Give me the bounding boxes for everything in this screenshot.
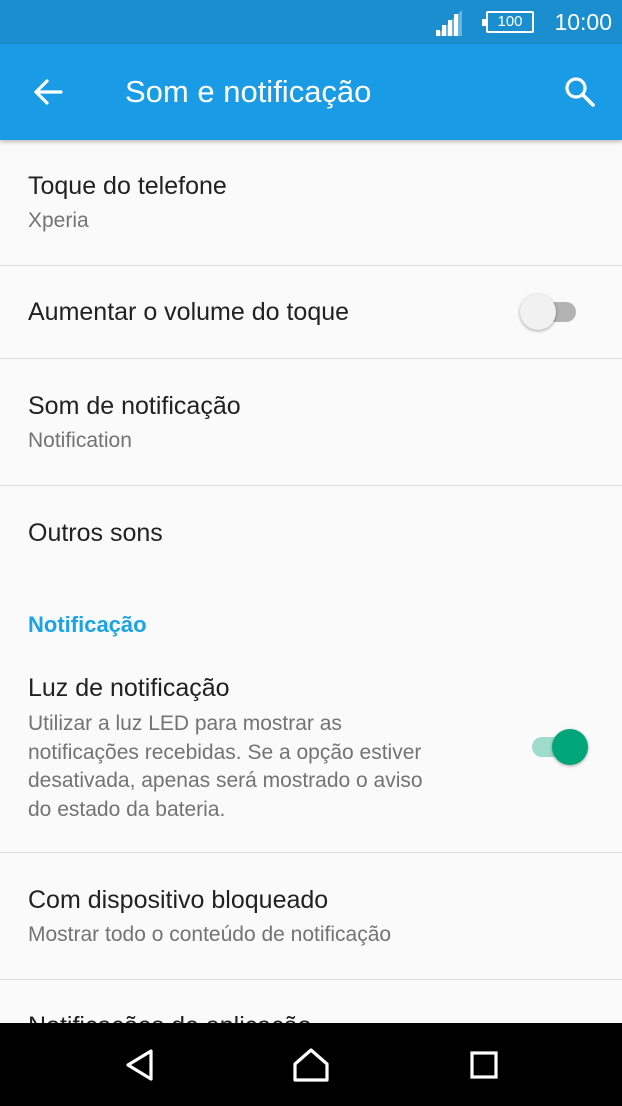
arrow-left-icon <box>34 79 63 105</box>
setting-notification-light[interactable]: Luz de notificação Utilizar a luz LED pa… <box>0 660 622 852</box>
switch-thumb <box>520 294 556 330</box>
setting-summary-line: Utilizar a luz LED para mostrar as <box>28 712 342 735</box>
setting-title: Com dispositivo bloqueado <box>28 886 329 914</box>
increasing-ring-switch[interactable] <box>520 292 580 332</box>
setting-title: Som de notificação <box>28 392 241 420</box>
setting-summary-line: notificações recebidas. Se a opção estiv… <box>28 740 422 764</box>
back-button[interactable] <box>20 68 76 116</box>
nav-home-button[interactable] <box>281 1040 341 1090</box>
settings-list[interactable]: Toque do telefone Xperia Aumentar o volu… <box>0 140 622 1023</box>
status-bar: 100 10:00 <box>0 0 622 44</box>
battery-level: 100 <box>497 13 523 30</box>
signal-icon <box>436 10 462 36</box>
setting-title: Outros sons <box>28 519 163 547</box>
setting-title: Aumentar o volume do toque <box>28 298 350 326</box>
battery-icon: 100 <box>482 11 534 33</box>
setting-summary: Xperia <box>28 209 89 232</box>
square-recents-icon <box>470 1051 498 1079</box>
section-header-notification: Notificação <box>28 612 147 637</box>
notification-light-switch[interactable] <box>528 727 588 767</box>
nav-back-button[interactable] <box>110 1040 170 1090</box>
setting-summary: Notification <box>28 429 132 452</box>
setting-other-sounds[interactable]: Outros sons <box>0 486 622 582</box>
triangle-back-icon <box>126 1049 153 1081</box>
setting-summary-line: do estado da bateria. <box>28 797 226 821</box>
setting-summary: Mostrar todo o conteúdo de notificação <box>28 923 392 946</box>
setting-title: Luz de notificação <box>28 674 230 702</box>
home-icon <box>293 1048 329 1082</box>
setting-increasing-ring[interactable]: Aumentar o volume do toque <box>0 266 622 358</box>
setting-title: Toque do telefone <box>28 172 227 200</box>
search-icon <box>565 77 595 107</box>
setting-ringtone[interactable]: Toque do telefone Xperia <box>0 140 622 265</box>
setting-notification-sound[interactable]: Som de notificação Notification <box>0 359 622 485</box>
navigation-bar <box>0 1023 622 1106</box>
switch-thumb <box>552 729 588 765</box>
setting-app-notifications[interactable]: Notificações de aplicação <box>0 980 622 1023</box>
setting-title: Notificações de aplicação <box>28 1010 312 1023</box>
setting-lock-screen[interactable]: Com dispositivo bloqueado Mostrar todo o… <box>0 853 622 979</box>
status-time: 10:00 <box>554 9 612 35</box>
nav-recents-button[interactable] <box>454 1040 514 1090</box>
app-bar: Som e notificação <box>0 44 622 140</box>
page-title: Som e notificação <box>125 74 372 109</box>
setting-summary-line: desativada, apenas será mostrado o aviso <box>28 769 423 792</box>
search-button[interactable] <box>552 68 608 116</box>
